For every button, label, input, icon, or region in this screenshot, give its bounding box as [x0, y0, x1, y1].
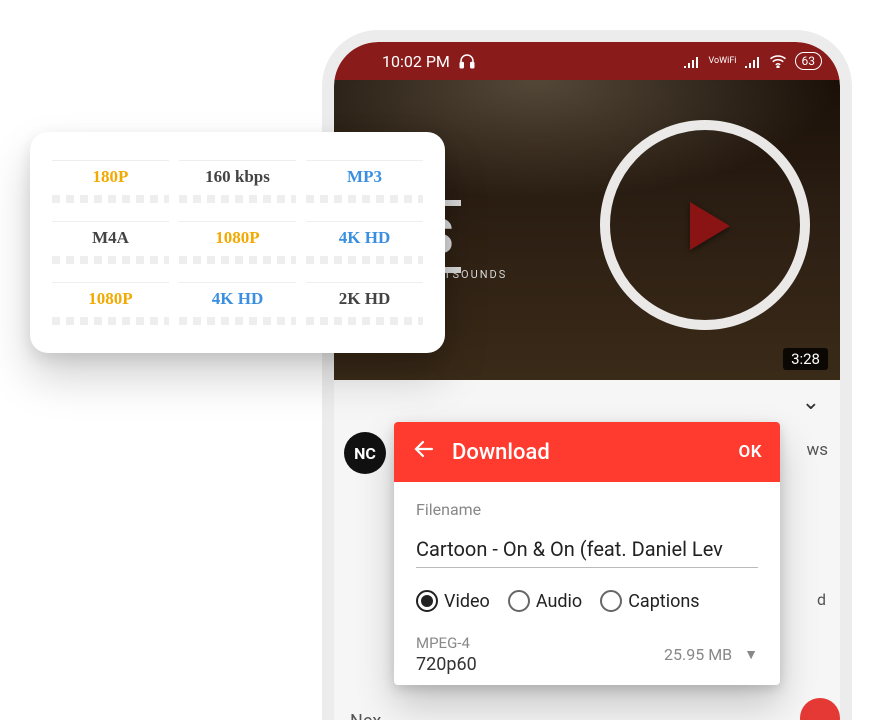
format-container: MPEG-4	[416, 634, 652, 652]
ok-button[interactable]: OK	[739, 442, 763, 462]
video-brand-sub: TSOUNDS	[444, 268, 507, 281]
video-duration-badge: 3:28	[783, 348, 828, 370]
filename-label: Filename	[416, 500, 758, 519]
vowifi-icon: VoWiFi	[708, 57, 736, 66]
back-arrow-icon[interactable]	[412, 437, 436, 467]
chevron-down-icon[interactable]: ▼	[744, 646, 758, 663]
format-type-radio-group: Video Audio Captions	[416, 590, 758, 612]
format-option[interactable]: M4A	[52, 221, 169, 258]
filename-input[interactable]: Cartoon - On & On (feat. Daniel Lev	[416, 537, 758, 568]
download-dialog: Download OK Filename Cartoon - On & On (…	[394, 422, 780, 685]
status-time: 10:02 PM	[382, 52, 450, 71]
format-option[interactable]: 1080P	[52, 282, 169, 319]
radio-captions-label: Captions	[628, 591, 699, 612]
format-quality: 720p60	[416, 654, 652, 675]
format-size: 25.95 MB	[664, 645, 732, 664]
radio-audio[interactable]: Audio	[508, 590, 582, 612]
radio-video-label: Video	[444, 591, 490, 612]
format-option[interactable]: 4K HD	[179, 282, 296, 319]
radio-video[interactable]: Video	[416, 590, 490, 612]
signal-icon-2	[745, 54, 761, 68]
headphones-icon	[458, 52, 476, 70]
format-option[interactable]: 4K HD	[306, 221, 423, 258]
format-selector[interactable]: MPEG-4 720p60 25.95 MB ▼	[416, 634, 758, 675]
up-next-label-fragment: Nex	[350, 711, 381, 720]
format-option[interactable]: 160 kbps	[179, 160, 296, 197]
format-option[interactable]: 2K HD	[306, 282, 423, 319]
chevron-down-icon[interactable]: ⌄	[802, 390, 820, 415]
status-bar: 10:02 PM VoWiFi 63	[334, 42, 840, 80]
battery-indicator: 63	[795, 52, 823, 70]
format-option[interactable]: 1080P	[179, 221, 296, 258]
format-option[interactable]: MP3	[306, 160, 423, 197]
dialog-header: Download OK	[394, 422, 780, 482]
dialog-title: Download	[452, 440, 723, 465]
format-option[interactable]: 180P	[52, 160, 169, 197]
play-icon[interactable]	[690, 202, 730, 250]
channel-avatar[interactable]: NC	[344, 432, 386, 474]
radio-captions[interactable]: Captions	[600, 590, 699, 612]
formats-overview-card: 180P 160 kbps MP3 M4A 1080P 4K HD 1080P 4K HD 2K…	[30, 132, 445, 353]
signal-icon	[684, 54, 700, 68]
radio-audio-label: Audio	[536, 591, 582, 612]
wifi-icon	[769, 54, 787, 68]
views-text-fragment: ws	[806, 440, 828, 460]
text-fragment-d: d	[817, 590, 826, 609]
floating-action-button[interactable]	[800, 698, 840, 720]
